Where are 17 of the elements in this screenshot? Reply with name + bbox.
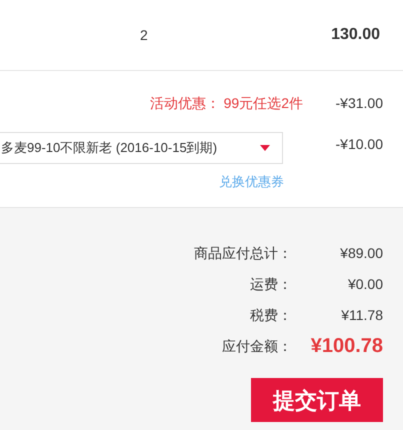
summary-value: ¥89.00 [339,246,383,260]
summary-value: ¥100.78 [310,336,383,356]
summary-label: 税费： [249,308,292,322]
summary-value: ¥11.78 [340,308,383,322]
summary-value: ¥0.00 [346,276,383,290]
caret-icon [260,145,270,151]
discount-amount: -¥31.00 [334,94,384,113]
summary-label: 商品应付总计： [193,246,292,260]
discount-amount: -¥10.00 [334,135,384,154]
summary-label: 运费： [249,276,292,290]
promotion-text: 活动优惠： 99元任选2件 [150,94,303,113]
submit-order-button[interactable]: 提交订单 [251,378,383,422]
summary-label: 应付金额： [221,338,292,352]
redeem-coupon-link[interactable]: 兑换优惠券 [219,172,284,192]
quantity-text: 2 [140,26,148,44]
coupon-dropdown[interactable]: 多麦99-10不限新老 (2016-10-15到期) [0,132,283,164]
subtotal-text: 130.00 [331,25,380,45]
